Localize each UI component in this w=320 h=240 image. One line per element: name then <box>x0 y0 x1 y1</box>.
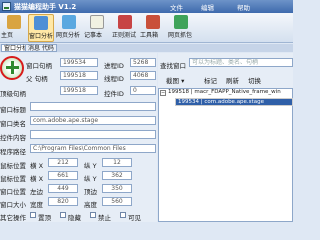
menu-help[interactable]: 帮助 <box>237 2 250 12</box>
hide-label: 隐藏 <box>68 214 81 222</box>
top-handle-field[interactable]: 199518 <box>60 86 98 95</box>
find-window-label: 查找窗口 <box>160 62 186 70</box>
tid-label: 线程ID <box>104 75 124 83</box>
topmost-checkbox[interactable] <box>30 212 36 218</box>
refresh-button[interactable]: 刷新 <box>226 75 239 85</box>
mouse-x-field[interactable]: 212 <box>48 158 78 167</box>
web-capture-icon <box>174 15 188 29</box>
title-bar: 猫猫编程助手 V1.2 文件 编辑 帮助 <box>0 0 293 13</box>
control-id-field[interactable]: 0 <box>130 86 156 95</box>
notepad-button[interactable]: 记事本 <box>84 14 110 42</box>
pid-field[interactable]: 5268 <box>130 58 156 67</box>
window-height-label: 高度 <box>84 201 97 209</box>
mouse-x-field-2[interactable]: 661 <box>48 171 78 180</box>
tree-node-parent[interactable]: 199518 | macr_FDAPP_Native_frame_win <box>168 89 281 95</box>
handle-field[interactable]: 199534 <box>60 58 98 67</box>
window-title-field[interactable] <box>30 102 156 111</box>
tab-strip: 窗口分析 消息 代码 <box>0 44 293 52</box>
window-size-label: 窗口大小 <box>0 201 26 209</box>
mouse-pos-label-2: 鼠标位置 <box>0 175 26 183</box>
tree-node-selected[interactable]: 199534 | com.adobe.ape.stage <box>175 98 293 106</box>
tid-field[interactable]: 4068 <box>130 71 156 80</box>
tab-message-code[interactable]: 消息 代码 <box>25 44 57 52</box>
pid-label: 进程ID <box>104 62 124 70</box>
window-picker-icon[interactable] <box>0 56 24 80</box>
window-tree[interactable] <box>158 88 293 222</box>
top-handle-label: 顶级句柄 <box>0 90 26 98</box>
topmost-label: 置顶 <box>38 214 51 222</box>
program-path-label: 程序路径 <box>0 148 26 156</box>
window-class-label: 窗口类名 <box>0 120 26 128</box>
menu-edit[interactable]: 编辑 <box>201 2 214 12</box>
control-content-field[interactable] <box>30 130 156 139</box>
disable-label: 禁止 <box>98 214 111 222</box>
toolbox-button[interactable]: 工具箱 <box>140 14 166 42</box>
web-analysis-button[interactable]: 网页分析 <box>56 14 82 42</box>
visible-checkbox[interactable] <box>120 212 126 218</box>
other-ops-label: 其它操作 <box>0 214 26 222</box>
window-top-label: 顶边 <box>84 188 97 196</box>
switch-button[interactable]: 切换 <box>248 75 261 85</box>
find-window-input[interactable]: 可以为标题、类名、句柄 <box>189 58 293 67</box>
window-left-label: 左边 <box>30 188 43 196</box>
toolbox-icon <box>146 15 160 29</box>
regex-test-button[interactable]: 正则测试 <box>112 14 138 42</box>
visible-label: 可见 <box>128 214 141 222</box>
web-capture-button[interactable]: 网页抓包 <box>168 14 194 42</box>
parent-handle-label: 父 句柄 <box>26 75 48 83</box>
app-icon <box>2 2 11 11</box>
mouse-y-label: 纵 Y <box>84 162 97 170</box>
notepad-icon <box>90 15 104 29</box>
disable-checkbox[interactable] <box>90 212 96 218</box>
handle-label: 窗口句柄 <box>26 62 52 70</box>
mouse-y-field-2[interactable]: 362 <box>102 171 132 180</box>
control-content-label: 控件内容 <box>0 134 26 142</box>
window-pos-label: 窗口位置 <box>0 188 26 196</box>
screenshot-button[interactable]: 截图 ▾ <box>166 75 184 85</box>
window-top-field[interactable]: 350 <box>102 184 132 193</box>
hide-checkbox[interactable] <box>60 212 66 218</box>
window-analysis-icon <box>34 16 48 30</box>
window-left-field[interactable]: 449 <box>48 184 78 193</box>
mouse-y-label-2: 纵 Y <box>84 175 97 183</box>
expand-icon[interactable]: − <box>160 90 166 96</box>
mouse-y-field[interactable]: 12 <box>102 158 132 167</box>
menu-file[interactable]: 文件 <box>170 2 183 12</box>
mouse-pos-label: 鼠标位置 <box>0 162 26 170</box>
mouse-x-label: 横 X <box>30 162 44 170</box>
window-analysis-button[interactable]: 窗口分析 <box>28 14 54 42</box>
window-title-label: 窗口标题 <box>0 106 26 114</box>
window-title: 猫猫编程助手 V1.2 <box>14 3 77 11</box>
control-id-label: 控件ID <box>104 90 124 98</box>
mark-button[interactable]: 标记 <box>204 75 217 85</box>
window-width-field[interactable]: 820 <box>48 197 78 206</box>
home-icon <box>7 15 21 29</box>
window-width-label: 宽度 <box>30 201 43 209</box>
program-path-field[interactable]: C:\Program Files\Common Files <box>30 144 156 153</box>
toolbar: 主页 窗口分析 网页分析 记事本 正则测试 工具箱 网页抓包 <box>0 13 293 43</box>
window-height-field[interactable]: 560 <box>102 197 132 206</box>
web-analysis-icon <box>62 15 76 29</box>
regex-test-icon <box>118 15 132 29</box>
home-button[interactable]: 主页 <box>1 14 27 42</box>
mouse-x-label-2: 横 X <box>30 175 44 183</box>
parent-handle-field[interactable]: 199518 <box>60 71 98 80</box>
window-class-field[interactable]: com.adobe.ape.stage <box>30 116 156 125</box>
